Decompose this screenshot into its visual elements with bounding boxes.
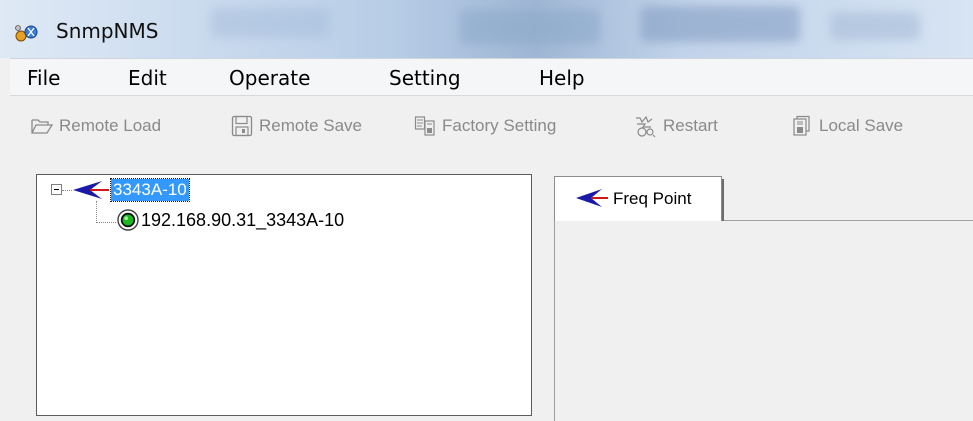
factory-setting-button[interactable]: Factory Setting (414, 114, 556, 138)
tree-root-label[interactable]: 3343A-10 (110, 178, 190, 202)
menu-bar: File Edit Operate Setting Help (10, 58, 973, 95)
menu-edit[interactable]: Edit (128, 66, 167, 90)
restart-button[interactable]: Restart (633, 114, 718, 138)
restart-icon (636, 115, 656, 138)
menu-file[interactable]: File (27, 66, 60, 90)
local-save-button[interactable]: Local Save (791, 114, 903, 138)
floppy-disk-icon (231, 115, 253, 137)
toolbar: Remote Load Remote Save Factory Setting … (10, 95, 973, 158)
window-title: SnmpNMS (56, 19, 159, 43)
device-tree[interactable]: 3343A-10 192.168.90.31_3343A-10 (36, 174, 532, 416)
menu-setting[interactable]: Setting (389, 66, 461, 90)
detail-panel: Freq Point (540, 174, 973, 421)
tab-freq-point[interactable]: Freq Point (554, 176, 724, 221)
title-bar-background (460, 10, 600, 44)
tab-content-area (554, 220, 973, 421)
tree-collapse-toggle[interactable] (51, 184, 62, 195)
folder-open-icon (31, 119, 53, 134)
title-bar-background (640, 6, 800, 42)
tree-connector (62, 190, 72, 191)
title-bar-background (210, 8, 330, 38)
arrow-logo-icon (73, 181, 109, 199)
factory-setting-icon (414, 116, 435, 136)
title-bar-background (830, 12, 920, 40)
factory-setting-label: Factory Setting (442, 116, 557, 135)
tree-device-label[interactable]: 192.168.90.31_3343A-10 (141, 210, 344, 231)
arrow-logo-icon (576, 189, 608, 207)
remote-load-label: Remote Load (59, 116, 162, 135)
snmp-app-icon (15, 25, 38, 42)
menu-operate[interactable]: Operate (229, 66, 310, 90)
green-status-icon (117, 209, 139, 231)
tree-connector (96, 201, 97, 223)
remote-save-button[interactable]: Remote Save (231, 114, 362, 138)
remote-save-label: Remote Save (259, 116, 362, 135)
local-save-icon (793, 115, 810, 136)
remote-load-button[interactable]: Remote Load (31, 114, 161, 138)
local-save-label: Local Save (819, 116, 904, 135)
tab-label: Freq Point (613, 189, 692, 208)
title-bar[interactable]: SnmpNMS (0, 0, 973, 58)
restart-label: Restart (663, 116, 718, 135)
tree-connector (96, 222, 116, 223)
menu-help[interactable]: Help (539, 66, 585, 90)
